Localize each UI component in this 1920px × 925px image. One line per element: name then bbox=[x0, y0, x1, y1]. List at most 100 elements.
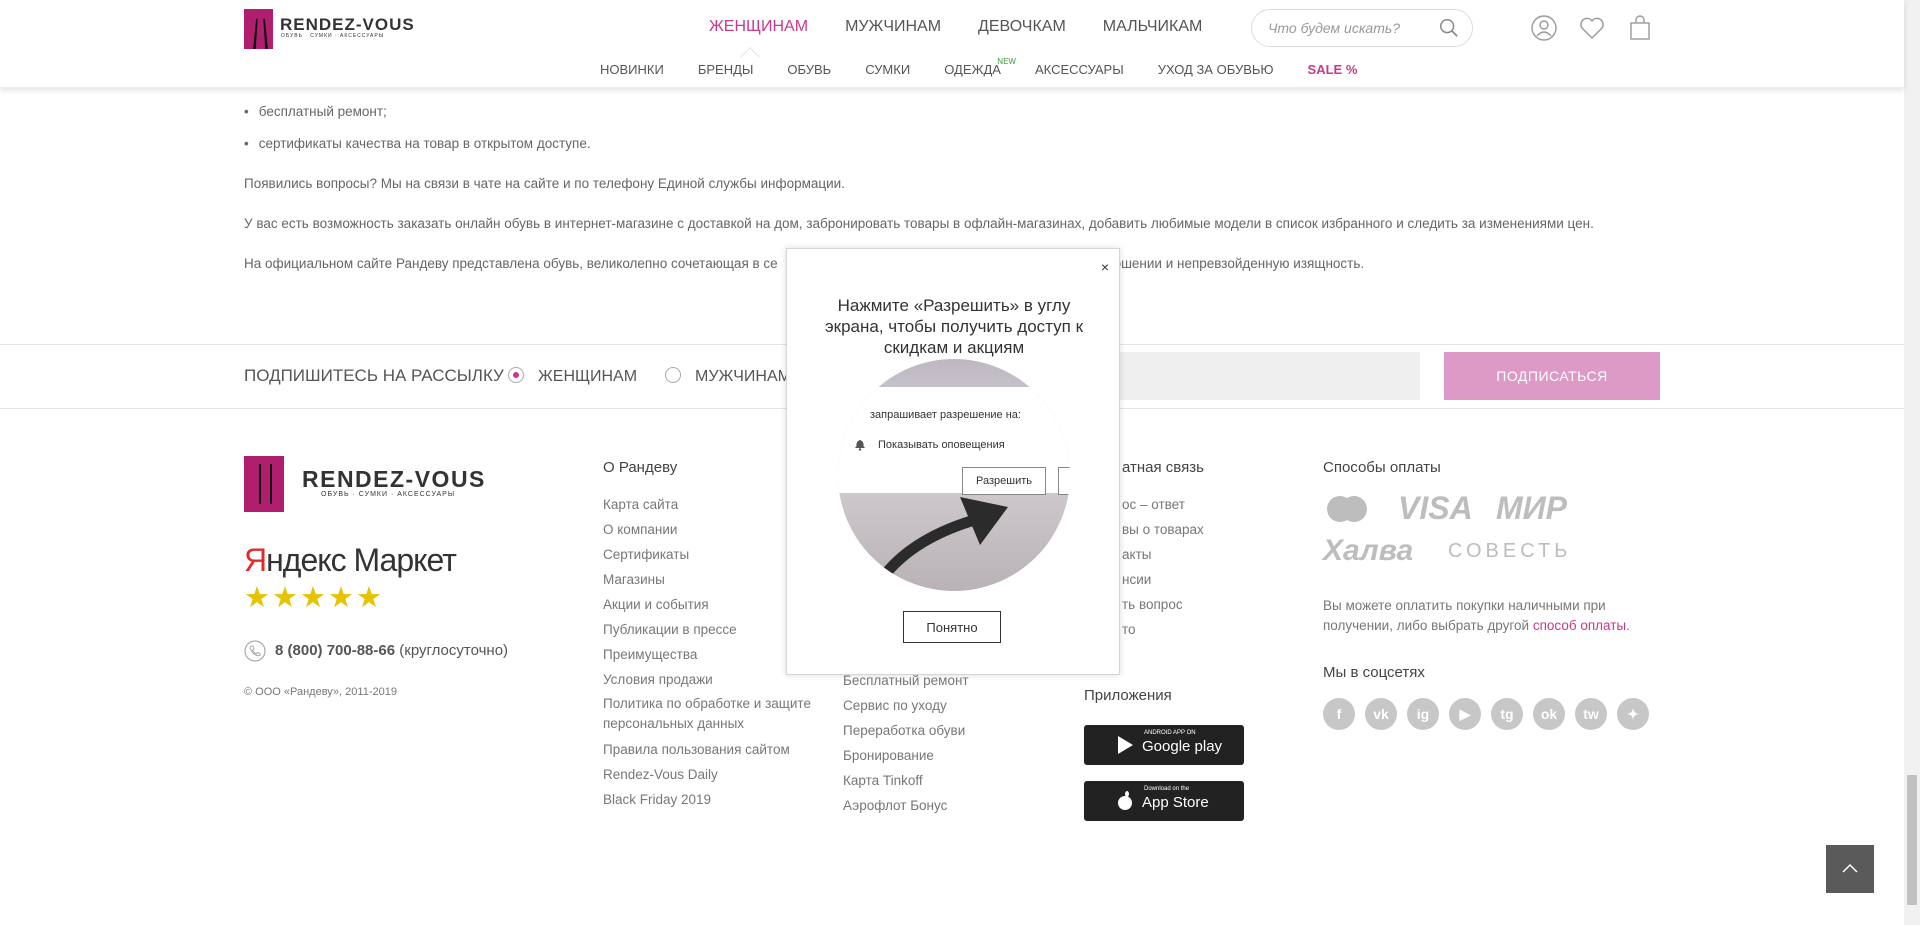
footer-col-about-title: О Рандеву bbox=[603, 459, 678, 476]
phone-note: (круглосуточно) bbox=[399, 642, 509, 659]
footer-link[interactable]: Правила пользования сайтом bbox=[603, 737, 833, 762]
instagram-icon[interactable]: ig bbox=[1407, 698, 1439, 730]
app-store-button[interactable]: Download on the App Store bbox=[1084, 781, 1244, 821]
email-field[interactable] bbox=[1090, 352, 1420, 400]
subnav-sale[interactable]: SALE % bbox=[1308, 62, 1358, 77]
ok-button[interactable]: Понятно bbox=[903, 611, 1001, 643]
twitter-icon[interactable]: tw bbox=[1575, 698, 1607, 730]
payment-logos: VISA МИР Халва СОВЕСТЬ bbox=[1323, 490, 1623, 570]
footer-link[interactable]: ос – ответ bbox=[1122, 492, 1302, 517]
nav-boys[interactable]: МАЛЬЧИКАМ bbox=[1103, 18, 1203, 36]
payment-methods-link[interactable]: способ оплаты bbox=[1533, 618, 1626, 633]
payment-text: Вы можете оплатить покупки наличными при… bbox=[1323, 598, 1630, 633]
list-item: сертификаты качества на товар в открытом… bbox=[244, 136, 591, 151]
footer-link[interactable]: Переработка обуви bbox=[843, 718, 1063, 743]
search-box bbox=[1251, 9, 1473, 47]
scrollbar-thumb[interactable] bbox=[1907, 775, 1917, 905]
yandex-market-logo[interactable]: Яндекс Маркет bbox=[244, 542, 457, 579]
halva-logo: Халва bbox=[1323, 534, 1414, 567]
cart-icon[interactable] bbox=[1626, 14, 1654, 42]
social-links: f vk ig ▶ tg ok tw ✦ bbox=[1323, 698, 1649, 730]
main-nav: ЖЕНЩИНАМ МУЖЧИНАМ ДЕВОЧКАМ МАЛЬЧИКАМ bbox=[709, 18, 1239, 36]
list-item: бесплатный ремонт; bbox=[244, 104, 387, 119]
subnav-shoes[interactable]: ОБУВЬ bbox=[787, 62, 831, 77]
user-icon[interactable] bbox=[1530, 14, 1558, 42]
arrow-icon bbox=[872, 497, 1008, 589]
chevron-up-icon bbox=[1842, 863, 1858, 873]
footer-link[interactable]: акты bbox=[1122, 542, 1302, 567]
subnav-clothes[interactable]: ОДЕЖДА NEW bbox=[944, 57, 1016, 77]
nav-girls[interactable]: ДЕВОЧКАМ bbox=[978, 18, 1066, 36]
footer-logo-mark[interactable] bbox=[244, 456, 284, 512]
paragraph: Появились вопросы? Мы на связи в чате на… bbox=[244, 176, 845, 191]
vk-icon[interactable]: vk bbox=[1365, 698, 1397, 730]
subnav-bags[interactable]: СУМКИ bbox=[865, 62, 910, 77]
permission-show-notifications: Показывать оповещения bbox=[878, 439, 1005, 451]
subnav-clothes-label: ОДЕЖДА bbox=[944, 62, 1001, 77]
footer-link[interactable]: Политика по обработке и защите персональ… bbox=[603, 694, 833, 734]
footer-link[interactable]: Аэрофлот Бонус bbox=[843, 793, 1063, 818]
phone-number[interactable]: 8 (800) 700-88-66 bbox=[275, 642, 395, 659]
footer-link[interactable]: Black Friday 2019 bbox=[603, 787, 833, 812]
ym-rest: ндекс Маркет bbox=[266, 542, 457, 578]
footer-link[interactable]: то bbox=[1122, 617, 1302, 642]
site-header: RENDEZ-VOUS ОБУВЬ · СУМКИ · АКСЕССУАРЫ Ж… bbox=[0, 0, 1904, 88]
rating-stars: ★★★★★ bbox=[244, 582, 384, 614]
search-input[interactable] bbox=[1268, 18, 1438, 38]
scrollbar[interactable] bbox=[1904, 0, 1920, 925]
subnav-brands[interactable]: БРЕНДЫ bbox=[698, 62, 754, 77]
paragraph: На официальном сайте Рандеву представлен… bbox=[244, 256, 778, 271]
zen-icon[interactable]: ✦ bbox=[1617, 698, 1649, 730]
footer-link[interactable]: Rendez-Vous Daily bbox=[603, 762, 833, 787]
footer-link[interactable]: вы о товарах bbox=[1122, 517, 1302, 542]
footer-link[interactable]: нсии bbox=[1122, 567, 1302, 592]
google-play-icon bbox=[1118, 736, 1133, 754]
permission-prompt-illustration: запрашивает разрешение на: Показывать оп… bbox=[838, 387, 1070, 495]
apple-icon bbox=[1118, 791, 1132, 810]
subnav-accessories[interactable]: АКСЕССУАРЫ bbox=[1035, 62, 1124, 77]
scroll-to-top-button[interactable] bbox=[1826, 845, 1874, 893]
subnav-shoe-care[interactable]: УХОД ЗА ОБУВЬЮ bbox=[1158, 62, 1274, 77]
footer-link[interactable]: Сервис по уходу bbox=[843, 693, 1063, 718]
paragraph: при ношении и непревзойденную изящность. bbox=[1080, 256, 1365, 271]
phone: 8 (800) 700-88-66 (круглосуточно) bbox=[275, 642, 508, 659]
footer-col-feedback-title: атная связь bbox=[1122, 459, 1204, 476]
subscribe-button[interactable]: ПОДПИСАТЬСЯ bbox=[1444, 352, 1660, 400]
paragraph: У вас есть возможность заказать онлайн о… bbox=[244, 216, 1594, 231]
footer-link[interactable]: Бронирование bbox=[843, 743, 1063, 768]
nav-men[interactable]: МУЖЧИНАМ bbox=[845, 18, 941, 36]
youtube-icon[interactable]: ▶ bbox=[1449, 698, 1481, 730]
footer-col-services: Бесплатный ремонт Сервис по уходу Перера… bbox=[843, 668, 1063, 818]
payment-title: Способы оплаты bbox=[1323, 459, 1441, 476]
permission-question: запрашивает разрешение на: bbox=[870, 409, 1021, 421]
app-store-small: Download on the bbox=[1144, 786, 1190, 792]
facebook-icon[interactable]: f bbox=[1323, 698, 1355, 730]
search-icon[interactable] bbox=[1438, 17, 1460, 39]
radio-men[interactable]: МУЖЧИНАМ bbox=[665, 367, 791, 386]
app-store-label: App Store bbox=[1142, 794, 1209, 811]
apps-title: Приложения bbox=[1084, 687, 1172, 704]
radio-dot bbox=[508, 367, 524, 383]
footer-link[interactable]: Карта Tinkoff bbox=[843, 768, 1063, 793]
odnoklassniki-icon[interactable]: ok bbox=[1533, 698, 1565, 730]
footer-logo-text[interactable]: RENDEZ-VOUS bbox=[302, 466, 486, 493]
logo-mark[interactable] bbox=[244, 9, 273, 49]
close-icon[interactable]: × bbox=[1101, 259, 1109, 275]
footer-col-feedback: ос – ответ вы о товарах акты нсии ть воп… bbox=[1122, 492, 1302, 642]
footer-logo-tagline: ОБУВЬ · СУМКИ · АКСЕССУАРЫ bbox=[321, 491, 456, 498]
modal-message: Нажмите «Разрешить» в углу экрана, чтобы… bbox=[824, 296, 1084, 357]
heart-icon[interactable] bbox=[1578, 14, 1606, 42]
footer-link[interactable]: ть вопрос bbox=[1122, 592, 1302, 617]
logo-text[interactable]: RENDEZ-VOUS bbox=[280, 15, 415, 35]
subnav-new[interactable]: НОВИНКИ bbox=[600, 62, 664, 77]
telegram-icon[interactable]: tg bbox=[1491, 698, 1523, 730]
phone-icon bbox=[244, 640, 266, 662]
radio-dot bbox=[665, 367, 681, 383]
new-badge: NEW bbox=[997, 57, 1016, 66]
nav-women[interactable]: ЖЕНЩИНАМ bbox=[709, 18, 808, 36]
radio-women[interactable]: ЖЕНЩИНАМ bbox=[508, 367, 637, 386]
illustration-block-button bbox=[1058, 467, 1070, 495]
mir-logo: МИР bbox=[1496, 490, 1568, 526]
mastercard-icon bbox=[1327, 496, 1367, 522]
google-play-button[interactable]: ANDROID APP ON Google play bbox=[1084, 725, 1244, 765]
